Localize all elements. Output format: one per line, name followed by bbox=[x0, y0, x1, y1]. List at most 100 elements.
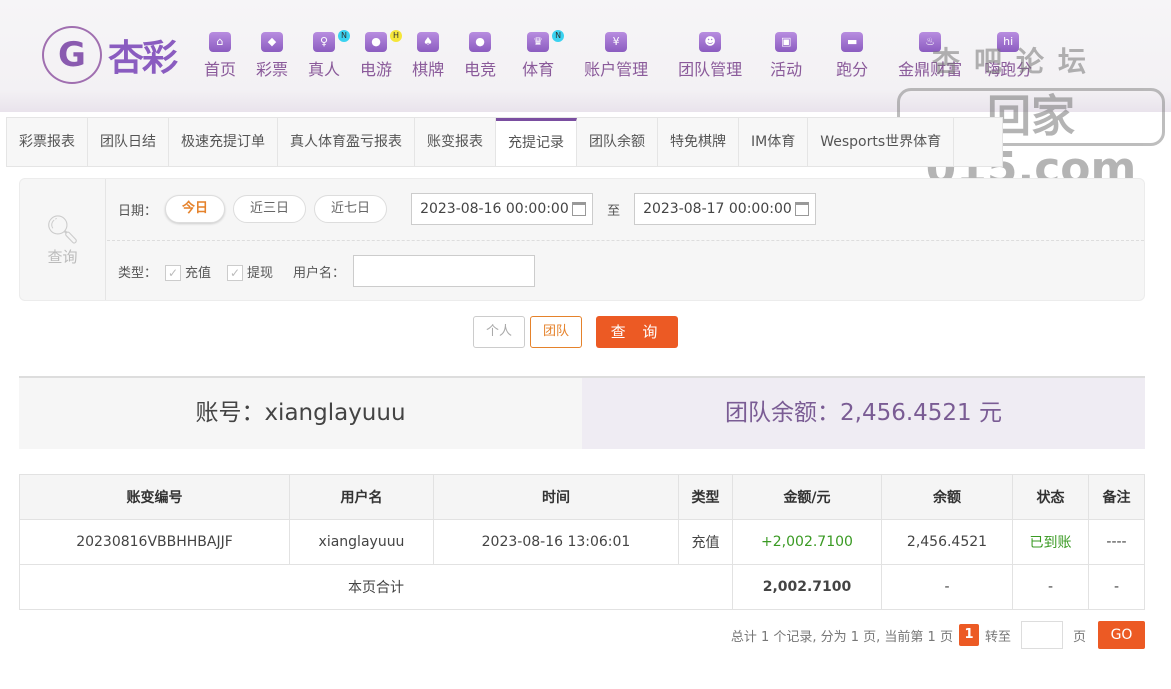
trophy-icon: ♛ bbox=[527, 32, 550, 52]
logo[interactable]: G 杏彩 bbox=[42, 26, 178, 84]
nav-item-5[interactable]: ● 电竞 bbox=[464, 32, 496, 80]
table-cell: +2,002.7100 bbox=[732, 519, 882, 565]
column-header: 类型 bbox=[678, 474, 733, 520]
gamepad-icon: ● bbox=[469, 32, 492, 52]
badge-H: H bbox=[390, 30, 403, 42]
nav-label: 金鼎财富 bbox=[898, 60, 963, 79]
total-status: - bbox=[1012, 564, 1089, 610]
team-icon: ☻ bbox=[699, 32, 722, 52]
column-header: 时间 bbox=[433, 474, 679, 520]
tab-3[interactable]: 真人体育盈亏报表 bbox=[278, 118, 415, 166]
date-to-label: 至 bbox=[607, 203, 621, 219]
total-label: 本页合计 bbox=[19, 564, 733, 610]
nav-label: 团队管理 bbox=[678, 60, 743, 79]
team-button[interactable]: 团队 bbox=[530, 316, 583, 348]
nav-item-10[interactable]: ▬ 跑分 bbox=[836, 32, 868, 80]
tab-2[interactable]: 极速充提订单 bbox=[169, 118, 278, 166]
tab-5[interactable]: 充提记录 bbox=[496, 118, 577, 166]
total-row: 本页合计 2,002.7100- - - bbox=[19, 564, 1145, 610]
logo-text: 杏彩 bbox=[108, 38, 178, 79]
yen-icon: ¥ bbox=[605, 32, 628, 52]
tab-0[interactable]: 彩票报表 bbox=[7, 118, 88, 166]
nav-label: 账户管理 bbox=[584, 60, 649, 79]
table-header: 账变编号 用户名 时间 类型 金额/元 余额 状态 备注 bbox=[19, 474, 1145, 520]
badge-N: N bbox=[338, 30, 351, 42]
nav-label: 棋牌 bbox=[412, 60, 445, 79]
hi-icon: hi bbox=[997, 32, 1020, 52]
nav-item-6[interactable]: ♛ N 体育 bbox=[522, 30, 565, 80]
search-section: 🔍︎ 查询 bbox=[20, 179, 106, 300]
nav-item-3[interactable]: ● H 电游 bbox=[360, 30, 403, 80]
table-cell: 2023-08-16 13:06:01 bbox=[433, 519, 679, 565]
tab-1[interactable]: 团队日结 bbox=[88, 118, 169, 166]
records-table: 账变编号 用户名 时间 类型 金额/元 余额 状态 备注 20230816VBBHHBAJJF… bbox=[19, 474, 1145, 610]
gamepad-icon: ● bbox=[365, 32, 388, 52]
date-3days-button[interactable]: 近三日 bbox=[233, 195, 307, 223]
page-1-button[interactable]: 1 bbox=[958, 624, 979, 646]
date-today-button[interactable]: 今日 bbox=[165, 195, 226, 223]
pager-summary: 总计 1 个记录, 分为 1 页, 当前第 1 页 bbox=[730, 629, 953, 645]
tab-8[interactable]: IM体育 bbox=[739, 118, 809, 166]
calendar-icon bbox=[572, 202, 587, 216]
nav-label: 电竞 bbox=[464, 60, 497, 79]
search-icon: 🔍︎ bbox=[44, 213, 81, 246]
type-deposit-checkbox[interactable]: ✓ 充值 bbox=[165, 262, 211, 281]
nav-item-7[interactable]: ¥ 账户管理 bbox=[584, 32, 648, 80]
divider bbox=[107, 240, 1144, 241]
goto-page-input[interactable] bbox=[1020, 621, 1063, 649]
calendar-icon bbox=[795, 202, 810, 216]
type-withdraw-label: 提现 bbox=[247, 265, 274, 281]
start-date-input[interactable]: 2023-08-16 00:00:00 bbox=[411, 193, 594, 225]
nav-item-8[interactable]: ☻ 团队管理 bbox=[678, 32, 742, 80]
nav-item-1[interactable]: ◆ 彩票 bbox=[256, 32, 288, 80]
table-cell: 已到账 bbox=[1012, 519, 1089, 565]
tab-4[interactable]: 账变报表 bbox=[415, 118, 496, 166]
nav-label: 嗨跑分 bbox=[984, 60, 1033, 79]
column-header: 金额/元 bbox=[732, 474, 882, 520]
table-cell: ---- bbox=[1088, 519, 1145, 565]
nav-label: 体育 bbox=[522, 60, 555, 79]
query-button[interactable]: 查 询 bbox=[596, 316, 679, 348]
cards-icon: ♠ bbox=[417, 32, 440, 52]
personal-button[interactable]: 个人 bbox=[473, 316, 526, 348]
table-cell: 充值 bbox=[678, 519, 733, 565]
type-withdraw-checkbox[interactable]: ✓ 提现 bbox=[227, 262, 273, 281]
type-label: 类型： bbox=[118, 265, 158, 281]
username-input[interactable] bbox=[353, 255, 536, 287]
nav-item-2[interactable]: ♀ N 真人 bbox=[308, 30, 351, 80]
pagination: 总计 1 个记录, 分为 1 页, 当前第 1 页 1 转至 页 GO bbox=[731, 621, 1145, 649]
nav-item-11[interactable]: ♨ 金鼎财富 bbox=[898, 32, 962, 80]
nav-label: 电游 bbox=[360, 60, 393, 79]
nav-item-9[interactable]: ▣ 活动 bbox=[770, 32, 802, 80]
nav-label: 跑分 bbox=[836, 60, 869, 79]
start-date-value: 2023-08-16 00:00:00 bbox=[420, 201, 569, 217]
filter-panel: 🔍︎ 查询 日期： 今日 近三日 近七日 2023-08-16 00:00:00 … bbox=[19, 178, 1145, 301]
table-cell: 2,456.4521 bbox=[881, 519, 1013, 565]
tab-6[interactable]: 团队余额 bbox=[577, 118, 658, 166]
nav-item-0[interactable]: ⌂ 首页 bbox=[204, 32, 236, 80]
tab-7[interactable]: 特免棋牌 bbox=[658, 118, 739, 166]
gift-icon: ▣ bbox=[775, 32, 798, 52]
goto-label: 转至 bbox=[984, 629, 1011, 645]
date-7days-button[interactable]: 近七日 bbox=[314, 195, 388, 223]
page-unit-label: 页 bbox=[1072, 629, 1086, 645]
badge-N: N bbox=[552, 30, 565, 42]
nav-label: 活动 bbox=[770, 60, 803, 79]
type-deposit-label: 充值 bbox=[185, 265, 212, 281]
column-header: 余额 bbox=[881, 474, 1013, 520]
account-name: 账号：xianglayuuu bbox=[19, 378, 582, 449]
column-header: 备注 bbox=[1088, 474, 1145, 520]
nav-item-12[interactable]: hi 嗨跑分 bbox=[984, 32, 1032, 80]
nav-item-4[interactable]: ♠ 棋牌 bbox=[412, 32, 444, 80]
go-button[interactable]: GO bbox=[1098, 621, 1145, 649]
end-date-input[interactable]: 2023-08-17 00:00:00 bbox=[634, 193, 817, 225]
check-icon: ✓ bbox=[165, 264, 182, 281]
table-cell: 20230816VBBHHBAJJF bbox=[19, 519, 290, 565]
cauldron-icon: ♨ bbox=[919, 32, 942, 52]
rhino-icon: ▬ bbox=[841, 32, 864, 52]
column-header: 用户名 bbox=[289, 474, 434, 520]
dealer-icon: ♀ bbox=[313, 32, 336, 52]
tab-9[interactable]: Wesports世界体育 bbox=[808, 118, 955, 166]
column-header: 账变编号 bbox=[19, 474, 290, 520]
ticket-icon: ◆ bbox=[261, 32, 284, 52]
